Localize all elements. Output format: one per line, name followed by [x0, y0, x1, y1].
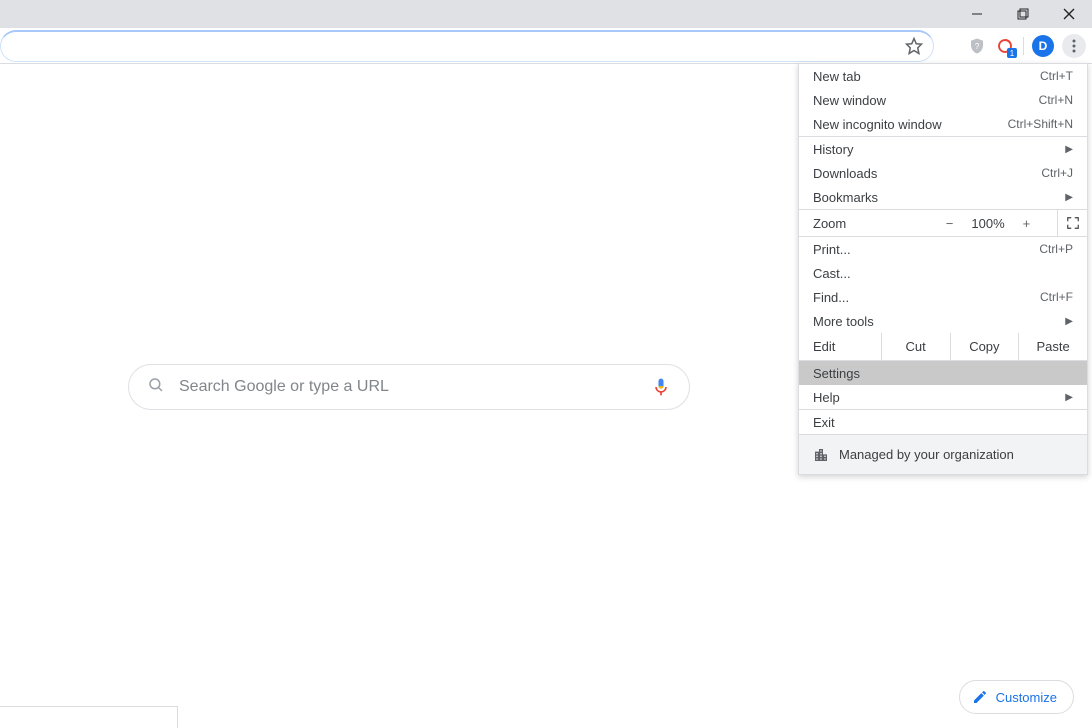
- menu-edit-row: Edit Cut Copy Paste: [799, 333, 1087, 361]
- customize-button[interactable]: Customize: [959, 680, 1074, 714]
- help-icon[interactable]: ?: [967, 36, 987, 56]
- chevron-right-icon: ▶: [1065, 392, 1073, 403]
- maximize-button[interactable]: [1000, 0, 1046, 28]
- chevron-right-icon: ▶: [1065, 316, 1073, 327]
- svg-text:?: ?: [975, 42, 980, 51]
- menu-find[interactable]: Find...Ctrl+F: [799, 285, 1087, 309]
- menu-exit[interactable]: Exit: [799, 410, 1087, 434]
- menu-new-tab[interactable]: New tabCtrl+T: [799, 64, 1087, 88]
- menu-settings[interactable]: Settings: [799, 361, 1087, 385]
- customize-label: Customize: [996, 690, 1057, 705]
- menu-managed[interactable]: Managed by your organization: [799, 434, 1087, 474]
- chevron-right-icon: ▶: [1065, 192, 1073, 203]
- close-button[interactable]: [1046, 0, 1092, 28]
- menu-cast[interactable]: Cast...: [799, 261, 1087, 285]
- search-icon: [147, 376, 165, 399]
- chevron-right-icon: ▶: [1065, 144, 1073, 155]
- menu-downloads[interactable]: DownloadsCtrl+J: [799, 161, 1087, 185]
- download-shelf: [0, 706, 178, 728]
- extension-icon[interactable]: 1: [995, 36, 1015, 56]
- window-titlebar: [0, 0, 1092, 28]
- menu-more-tools[interactable]: More tools▶: [799, 309, 1087, 333]
- menu-bookmarks[interactable]: Bookmarks▶: [799, 185, 1087, 209]
- edit-paste[interactable]: Paste: [1018, 333, 1087, 360]
- menu-zoom-row: Zoom − 100% +: [799, 209, 1087, 237]
- menu-new-window[interactable]: New windowCtrl+N: [799, 88, 1087, 112]
- browser-toolbar: ? 1 D: [0, 28, 1092, 64]
- chrome-menu: New tabCtrl+T New windowCtrl+N New incog…: [798, 63, 1088, 475]
- search-placeholder: Search Google or type a URL: [179, 378, 651, 396]
- chrome-menu-button[interactable]: [1062, 34, 1086, 58]
- pencil-icon: [972, 689, 988, 705]
- menu-incognito[interactable]: New incognito windowCtrl+Shift+N: [799, 112, 1087, 136]
- menu-print[interactable]: Print...Ctrl+P: [799, 237, 1087, 261]
- toolbar-separator: [1023, 37, 1024, 55]
- zoom-in-button[interactable]: +: [1023, 216, 1031, 231]
- edit-copy[interactable]: Copy: [950, 333, 1019, 360]
- bookmark-star-icon[interactable]: [904, 36, 924, 56]
- profile-avatar[interactable]: D: [1032, 35, 1054, 57]
- fullscreen-button[interactable]: [1057, 209, 1087, 237]
- edit-cut[interactable]: Cut: [881, 333, 950, 360]
- building-icon: [813, 447, 829, 463]
- menu-history[interactable]: History▶: [799, 137, 1087, 161]
- minimize-button[interactable]: [954, 0, 1000, 28]
- menu-help[interactable]: Help▶: [799, 385, 1087, 409]
- zoom-value: 100%: [971, 216, 1004, 231]
- ntp-search-box[interactable]: Search Google or type a URL: [128, 364, 690, 410]
- voice-search-icon[interactable]: [651, 377, 671, 397]
- address-bar[interactable]: [0, 30, 934, 62]
- zoom-out-button[interactable]: −: [946, 216, 954, 231]
